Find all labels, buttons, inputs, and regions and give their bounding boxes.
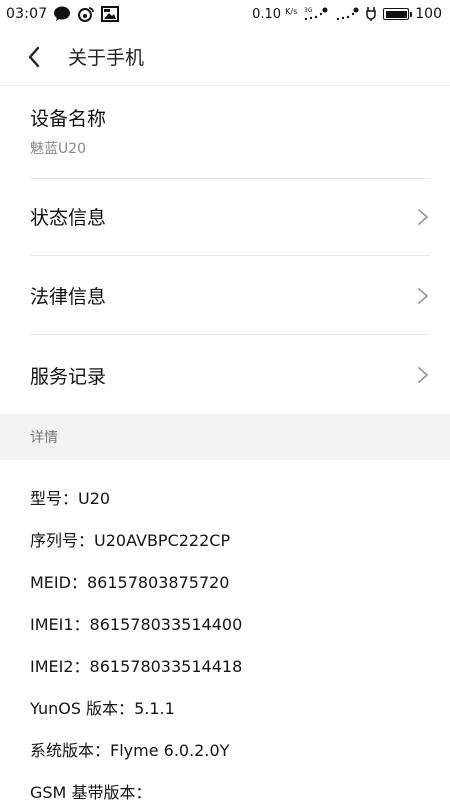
status-info-label: 状态信息	[30, 207, 107, 229]
detail-imei2: IMEI2：861578033514418	[30, 653, 242, 677]
detail-key: IMEI1：	[30, 615, 90, 634]
detail-value: 861578033514400	[89, 615, 243, 634]
detail-key: 系统版本：	[30, 741, 111, 760]
legal-info-item[interactable]: 法律信息	[30, 257, 430, 335]
detail-system-version: 系统版本：Flyme 6.0.2.0Y	[30, 737, 229, 761]
detail-value: Flyme 6.0.2.0Y	[110, 741, 230, 760]
detail-key: IMEI2：	[30, 657, 90, 676]
detail-value: 5.1.1	[134, 699, 175, 718]
details-header-label: 详情	[30, 430, 58, 446]
charging-icon	[365, 6, 377, 22]
status-time: 03:07	[6, 6, 48, 22]
detail-value: 861578033514418	[89, 657, 243, 676]
chevron-right-icon	[414, 208, 432, 226]
title-bar: 关于手机	[0, 28, 450, 86]
3g-signal-icon: 3G	[303, 6, 329, 22]
detail-gsm-baseband: GSM 基带版本：	[30, 779, 151, 803]
battery-fill	[385, 10, 407, 18]
detail-meid: MEID：86157803875720	[30, 569, 229, 593]
status-bar-right: 0.10 K/s 3G 100	[252, 6, 442, 22]
chevron-right-icon	[414, 366, 432, 384]
image-notification-icon	[101, 6, 120, 22]
network-speed-unit: K/s	[285, 6, 298, 16]
weibo-icon	[77, 6, 95, 22]
legal-info-label: 法律信息	[30, 286, 107, 308]
status-bar: 03:07 0.10 K/s 3G 100	[0, 0, 450, 28]
battery-percent: 100	[415, 6, 442, 22]
device-name-item[interactable]: 设备名称 魅蓝U20	[30, 92, 430, 179]
network-speed-value: 0.10	[252, 6, 282, 22]
detail-serial: 序列号：U20AVBPC222CP	[30, 527, 230, 551]
battery-icon	[383, 8, 413, 20]
details-section-header: 详情	[0, 414, 450, 460]
device-name-label: 设备名称	[30, 108, 107, 130]
detail-value: 86157803875720	[86, 573, 230, 592]
detail-key: 序列号：	[30, 531, 95, 550]
detail-value: U20AVBPC222CP	[94, 531, 231, 550]
page-title: 关于手机	[68, 47, 145, 69]
detail-model: 型号：U20	[30, 485, 110, 509]
detail-yunos-version: YunOS 版本：5.1.1	[30, 695, 175, 719]
network-speed: 0.10 K/s	[252, 7, 297, 22]
detail-value: U20	[78, 489, 111, 508]
signal-icon	[335, 6, 359, 22]
device-name-value: 魅蓝U20	[30, 141, 87, 157]
service-records-item[interactable]: 服务记录	[30, 336, 430, 414]
detail-key: GSM 基带版本：	[30, 783, 152, 802]
detail-key: 型号：	[30, 489, 79, 508]
detail-imei1: IMEI1：861578033514400	[30, 611, 242, 635]
chevron-right-icon	[414, 287, 432, 305]
service-records-label: 服务记录	[30, 365, 107, 388]
message-icon	[53, 6, 71, 22]
detail-key: MEID：	[30, 573, 87, 592]
detail-key: YunOS 版本：	[30, 699, 135, 718]
svg-text:3G: 3G	[304, 7, 313, 14]
chevron-left-icon	[28, 46, 40, 67]
status-info-item[interactable]: 状态信息	[30, 178, 430, 256]
status-bar-left: 03:07	[6, 6, 120, 22]
back-button[interactable]	[6, 28, 62, 86]
